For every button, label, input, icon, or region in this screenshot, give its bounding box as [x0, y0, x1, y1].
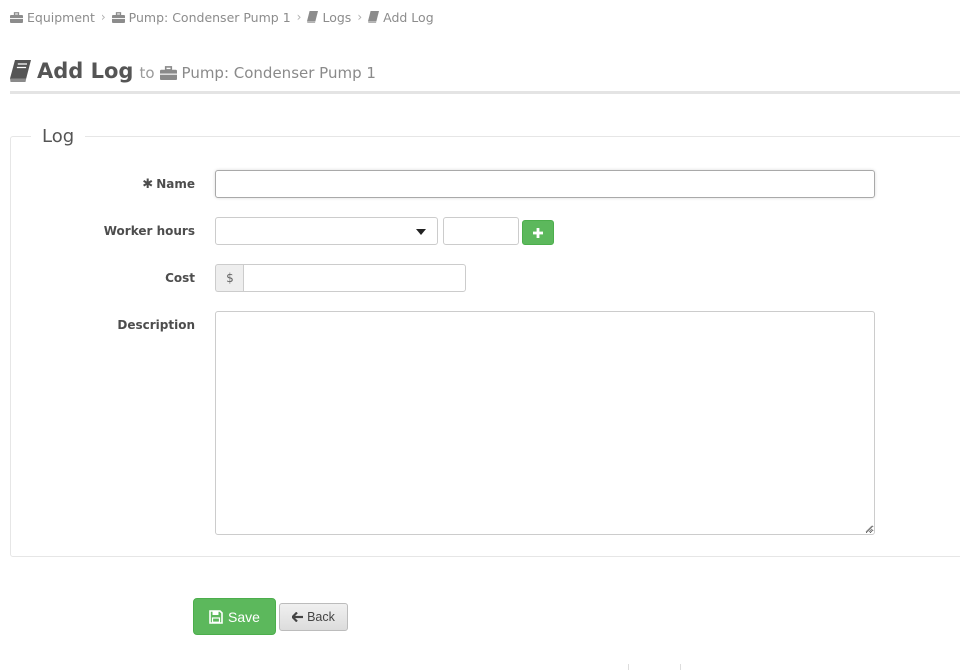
save-button-label: Save	[228, 608, 260, 625]
page-title-connector: to	[139, 64, 155, 82]
breadcrumb-item-pump[interactable]: Pump: Condenser Pump 1	[111, 9, 291, 25]
breadcrumb-label: Add Log	[383, 9, 434, 25]
briefcase-icon	[111, 11, 125, 23]
page-title-target-label: Pump: Condenser Pump 1	[181, 64, 376, 82]
book-icon	[10, 60, 31, 82]
page-header: Add Log to Pump: Condenser Pump 1	[10, 56, 960, 94]
cost-input[interactable]	[243, 264, 466, 292]
plus-icon	[533, 227, 543, 238]
book-icon	[368, 11, 380, 23]
breadcrumb-item-equipment[interactable]: Equipment	[10, 10, 95, 25]
footer-divider	[680, 664, 681, 670]
breadcrumb-separator-icon: ›	[357, 10, 363, 24]
book-icon	[307, 11, 319, 23]
floppy-disk-icon	[209, 609, 223, 624]
cost-label: Cost	[165, 271, 195, 285]
breadcrumb-item-logs[interactable]: Logs	[307, 10, 351, 25]
arrow-left-icon	[292, 612, 304, 622]
breadcrumb: Equipment › Pump: Condenser Pump 1 › Log…	[10, 8, 434, 26]
breadcrumb-label: Equipment	[27, 9, 95, 25]
add-worker-button[interactable]	[522, 220, 554, 245]
name-label-text: Name	[156, 177, 195, 191]
breadcrumb-label: Logs	[322, 9, 352, 25]
name-label: ✱ Name	[75, 177, 195, 192]
breadcrumb-separator-icon: ›	[296, 10, 302, 24]
back-button-label: Back	[307, 610, 335, 624]
description-textarea[interactable]	[215, 311, 875, 535]
description-wrapper	[215, 311, 875, 535]
footer-divider	[628, 664, 629, 670]
back-button[interactable]: Back	[279, 603, 348, 631]
worker-hours-label: Worker hours	[103, 224, 195, 238]
page-title: Add Log	[37, 59, 134, 83]
currency-addon: $	[215, 264, 244, 292]
caret-down-icon	[416, 229, 426, 235]
page-title-target-link[interactable]: Pump: Condenser Pump 1	[159, 56, 376, 90]
log-legend: Log	[31, 126, 86, 148]
briefcase-icon	[10, 11, 23, 23]
description-label: Description	[117, 318, 195, 332]
breadcrumb-label: Pump: Condenser Pump 1	[128, 9, 291, 25]
resize-grip-icon[interactable]	[865, 525, 873, 533]
save-button[interactable]: Save	[193, 598, 276, 635]
name-input[interactable]	[215, 170, 875, 198]
asterisk-icon: ✱	[142, 177, 154, 192]
breadcrumb-item-add-log: Add Log	[368, 10, 434, 25]
worker-select[interactable]	[215, 217, 438, 245]
briefcase-icon	[159, 66, 177, 80]
breadcrumb-separator-icon: ›	[100, 10, 106, 24]
add-log-page: Equipment › Pump: Condenser Pump 1 › Log…	[0, 0, 960, 670]
hours-input[interactable]	[443, 217, 519, 245]
